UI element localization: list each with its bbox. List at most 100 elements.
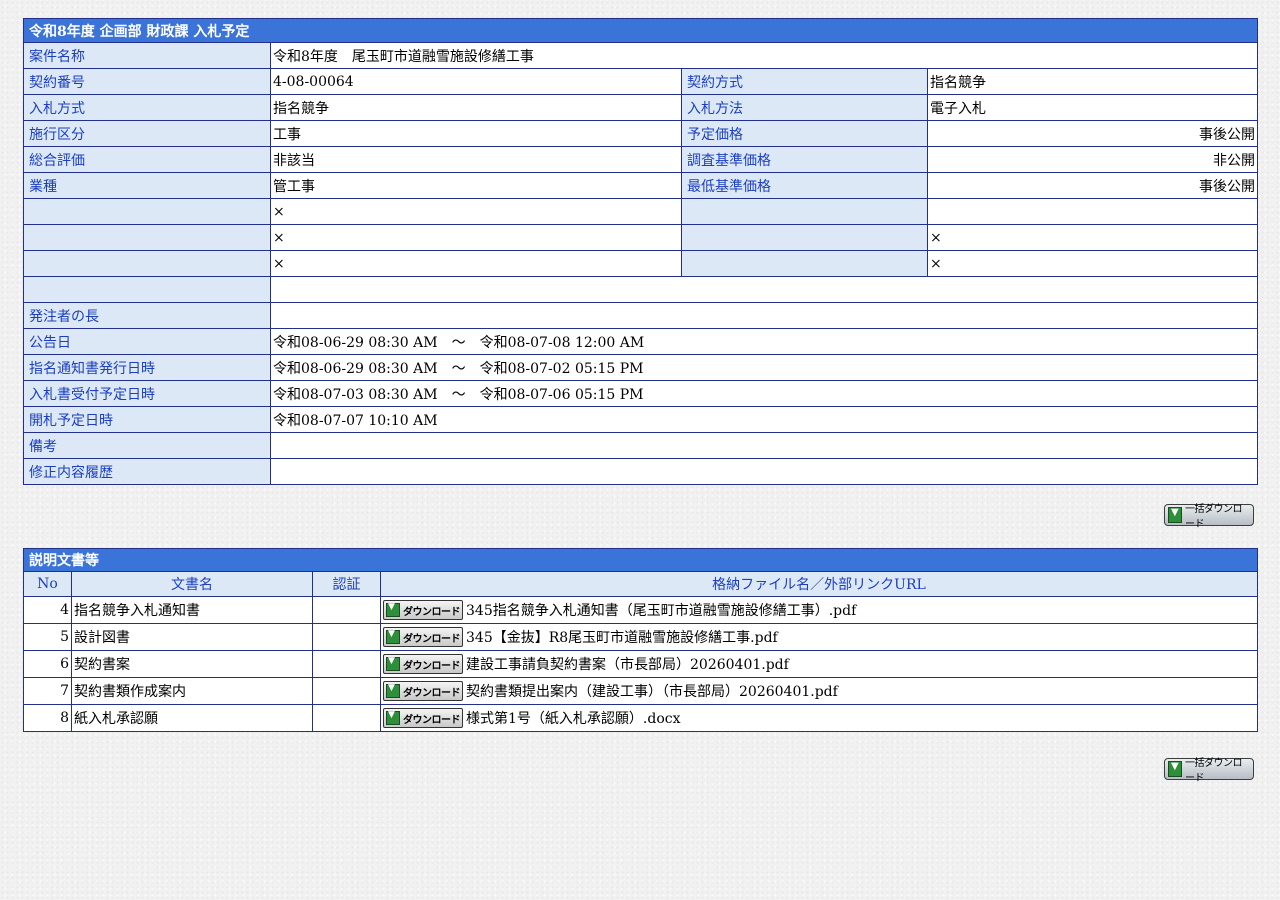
blank-label [23, 276, 271, 303]
opening-date-value: 令和08-07-07 10:10 AM [270, 406, 1258, 433]
doc-file-cell: ダウンロード契約書類提出案内（建設工事）（市長部局）20260401.pdf [380, 677, 1258, 705]
doc-file-name: 345指名競争入札通知書（尾玉町市道融雪施設修繕工事）.pdf [466, 603, 857, 619]
bulk-download-button[interactable]: 一括ダウンロード [1164, 758, 1254, 784]
info-row: 指名通知書発行日時 令和08-06-29 08:30 AM ～ 令和08-07-… [23, 354, 1258, 381]
download-button[interactable]: ダウンロード [383, 654, 463, 674]
download-icon [1168, 507, 1182, 523]
doc-file-cell: ダウンロード 345【金抜】R8尾玉町市道融雪施設修繕工事.pdf [380, 623, 1258, 651]
contract-number-label: 契約番号 [23, 68, 271, 95]
info-row: × [23, 198, 1258, 225]
work-category-value: 工事 [270, 120, 682, 147]
bid-type-label: 入札方式 [23, 94, 271, 121]
min-base-price-value: 事後公開 [927, 172, 1258, 199]
blank-value [927, 198, 1258, 225]
min-base-price-label: 最低基準価格 [681, 172, 928, 199]
documents-title: 説明文書等 [23, 548, 1258, 572]
notice-date-label: 指名通知書発行日時 [23, 354, 271, 381]
info-row [23, 276, 1258, 303]
info-row: 施行区分 工事 予定価格 事後公開 [23, 120, 1258, 147]
doc-file-name: 345【金抜】R8尾玉町市道融雪施設修繕工事.pdf [466, 630, 778, 646]
industry-label: 業種 [23, 172, 271, 199]
work-category-label: 施行区分 [23, 120, 271, 147]
planned-price-value: 事後公開 [927, 120, 1258, 147]
col-header-cert: 認証 [312, 571, 381, 597]
doc-file-name: 契約書類提出案内（建設工事）（市長部局）20260401.pdf [466, 684, 838, 700]
doc-cert [312, 596, 381, 624]
info-row: 修正内容履歴 [23, 458, 1258, 485]
info-row: 公告日 令和08-06-29 08:30 AM ～ 令和08-07-08 12:… [23, 328, 1258, 355]
doc-cert [312, 677, 381, 705]
survey-base-price-label: 調査基準価格 [681, 146, 928, 173]
col-header-file: 格納ファイル名／外部リンクURL [380, 571, 1258, 597]
bid-receipt-date-label: 入札書受付予定日時 [23, 380, 271, 407]
info-row: 契約番号 4-08-00064 契約方式 指名競争 [23, 68, 1258, 95]
info-row: × × [23, 250, 1258, 277]
remarks-label: 備考 [23, 432, 271, 459]
download-button[interactable]: ダウンロード [383, 600, 463, 620]
doc-name: 契約書類作成案内 [71, 677, 313, 705]
announce-date-value: 令和08-06-29 08:30 AM ～ 令和08-07-08 12:00 A… [270, 328, 1258, 355]
doc-name: 指名競争入札通知書 [71, 596, 313, 624]
doc-name: 紙入札承認願 [71, 704, 313, 732]
info-row: 発注者の長 [23, 302, 1258, 329]
blank-value: × [927, 224, 1258, 251]
bid-type-value: 指名競争 [270, 94, 682, 121]
blank-value: × [270, 198, 682, 225]
info-row: × × [23, 224, 1258, 251]
blank-value: × [270, 250, 682, 277]
doc-cert [312, 704, 381, 732]
info-row: 業種 管工事 最低基準価格 事後公開 [23, 172, 1258, 199]
blank-label [681, 250, 928, 277]
doc-no: 8 [23, 704, 72, 732]
blank-label [23, 224, 271, 251]
info-row: 備考 [23, 432, 1258, 459]
info-row: 入札書受付予定日時 令和08-07-03 08:30 AM ～ 令和08-07-… [23, 380, 1258, 407]
col-header-no: No [23, 571, 72, 597]
project-name-label: 案件名称 [23, 42, 271, 69]
doc-no: 6 [23, 650, 72, 678]
download-icon [386, 683, 400, 698]
doc-file-name: 建設工事請負契約書案（市長部局）20260401.pdf [466, 657, 789, 673]
notice-date-value: 令和08-06-29 08:30 AM ～ 令和08-07-02 05:15 P… [270, 354, 1258, 381]
table-row: 7 契約書類作成案内 ダウンロード契約書類提出案内（建設工事）（市長部局）202… [23, 677, 1258, 705]
download-icon [386, 629, 400, 644]
contract-method-label: 契約方式 [681, 68, 928, 95]
documents-table: 説明文書等 No 文書名 認証 格納ファイル名／外部リンクURL 4 指名競争入… [23, 548, 1258, 732]
orderer-label: 発注者の長 [23, 302, 271, 329]
download-icon [386, 602, 400, 617]
doc-cert [312, 623, 381, 651]
bid-method-value: 電子入札 [927, 94, 1258, 121]
contract-method-value: 指名競争 [927, 68, 1258, 95]
bid-info-table: 令和8年度 企画部 財政課 入札予定 案件名称 令和8年度 尾玉町市道融雪施設修… [23, 18, 1258, 485]
blank-label [23, 250, 271, 277]
doc-file-cell: ダウンロード建設工事請負契約書案（市長部局）20260401.pdf [380, 650, 1258, 678]
doc-file-name: 様式第1号（紙入札承認願）.docx [466, 711, 681, 727]
table-row: 4 指名競争入札通知書 ダウンロード 345指名競争入札通知書（尾玉町市道融雪施設… [23, 596, 1258, 624]
project-name-value: 令和8年度 尾玉町市道融雪施設修繕工事 [270, 42, 1258, 69]
bulk-download-button[interactable]: 一括ダウンロード [1164, 504, 1254, 530]
industry-value: 管工事 [270, 172, 682, 199]
blank-value: × [270, 224, 682, 251]
download-label: ダウンロード [403, 660, 461, 672]
blank-label [681, 224, 928, 251]
download-button[interactable]: ダウンロード [383, 681, 463, 701]
comprehensive-eval-label: 総合評価 [23, 146, 271, 173]
revision-history-value [270, 458, 1258, 485]
doc-no: 4 [23, 596, 72, 624]
orderer-value [270, 302, 1258, 329]
download-icon [386, 656, 400, 671]
blank-label [681, 198, 928, 225]
download-icon [1168, 761, 1182, 777]
doc-no: 7 [23, 677, 72, 705]
announce-date-label: 公告日 [23, 328, 271, 355]
planned-price-label: 予定価格 [681, 120, 928, 147]
download-label: ダウンロード [403, 606, 461, 618]
remarks-value [270, 432, 1258, 459]
download-button[interactable]: ダウンロード [383, 627, 463, 647]
download-button[interactable]: ダウンロード [383, 708, 463, 728]
blank-value: × [927, 250, 1258, 277]
doc-name: 設計図書 [71, 623, 313, 651]
bid-info-title: 令和8年度 企画部 財政課 入札予定 [23, 18, 1258, 43]
opening-date-label: 開札予定日時 [23, 406, 271, 433]
bulk-download-label: 一括ダウンロード [1184, 758, 1243, 784]
